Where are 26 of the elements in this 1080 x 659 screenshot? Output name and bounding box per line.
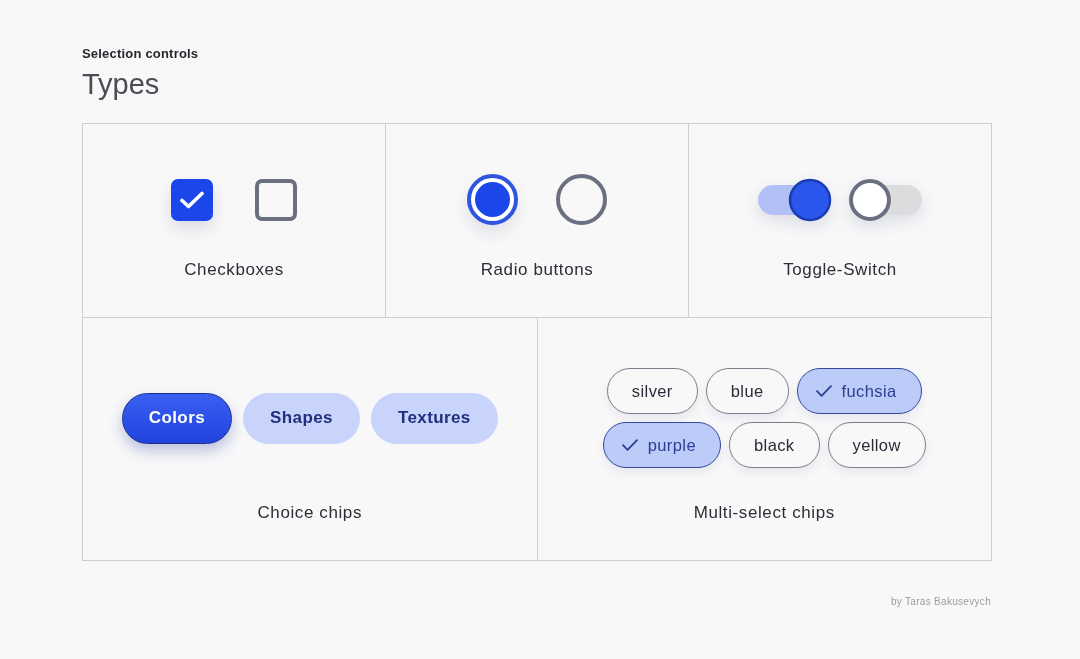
choice-chip[interactable]: Shapes: [243, 392, 360, 444]
filter-chip[interactable]: purple: [602, 422, 721, 468]
control-type-label: Radio buttons: [480, 260, 594, 280]
filter-chip[interactable]: blue: [705, 368, 789, 414]
checkbox[interactable]: [255, 178, 297, 221]
section-eyebrow: Selection controls: [82, 46, 199, 62]
page-title: Types: [82, 67, 160, 101]
toggle-switch[interactable]: [848, 176, 922, 223]
control-type-label: Choice chips: [257, 503, 362, 523]
filter-chip[interactable]: silver: [606, 368, 698, 414]
filter-chip[interactable]: yellow: [827, 422, 926, 468]
checkbox[interactable]: [171, 178, 213, 221]
toggle-switch[interactable]: [758, 176, 832, 223]
control-type-label: Multi-select chips: [693, 503, 835, 523]
check-icon: [180, 190, 204, 209]
radio-button[interactable]: [467, 174, 518, 225]
choice-chip[interactable]: Colors: [121, 392, 233, 444]
filter-chip[interactable]: fuchsia: [796, 368, 922, 414]
choice-chip[interactable]: Textures: [370, 392, 498, 444]
filter-chip[interactable]: black: [729, 422, 820, 468]
check-icon: [815, 385, 832, 397]
author-credit: by Taras Bakusevych: [891, 596, 991, 608]
control-type-label: Checkboxes: [184, 260, 284, 280]
check-icon: [621, 439, 638, 451]
control-type-label: Toggle-Switch: [783, 260, 897, 280]
radio-button[interactable]: [556, 174, 607, 225]
